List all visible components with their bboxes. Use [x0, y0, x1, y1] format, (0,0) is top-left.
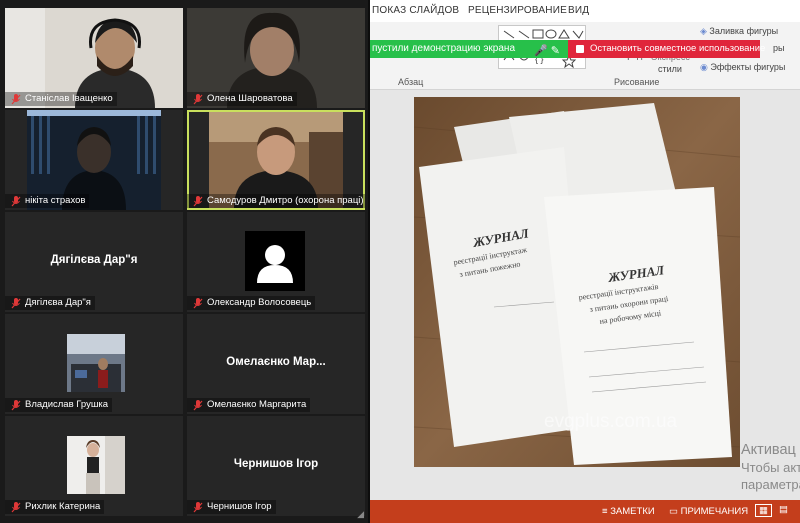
- mic-muted-icon: [193, 196, 203, 207]
- participant-name: Станіслав Іващенко: [5, 92, 117, 106]
- participant-name: Рихлик Катерина: [5, 500, 105, 514]
- participant-name: Владислав Грушка: [5, 398, 113, 412]
- shape-outline-button[interactable]: ры: [773, 43, 784, 53]
- stop-icon: [576, 45, 584, 53]
- participant-tile-active-speaker[interactable]: Самодуров Дмитро (охорона праці): [187, 110, 365, 210]
- participant-name: Самодуров Дмитро (охорона праці): [187, 194, 365, 208]
- tab-review[interactable]: РЕЦЕНЗИРОВАНИЕ: [468, 5, 567, 16]
- powerpoint-window: ПОКАЗ СЛАЙДОВ РЕЦЕНЗИРОВАНИЕ ВИД { } Упо…: [362, 0, 800, 523]
- participant-name: Омелаєнко Маргарита: [187, 398, 311, 412]
- mic-muted-icon: [193, 400, 203, 411]
- participant-name: Олена Шароватова: [187, 92, 297, 106]
- shape-effects-button[interactable]: ◉ Эффекты фигуры: [700, 62, 785, 73]
- participant-name: Чернишов Ігор: [187, 500, 276, 514]
- ribbon-tabs: ПОКАЗ СЛАЙДОВ РЕЦЕНЗИРОВАНИЕ ВИД: [362, 0, 800, 22]
- stop-share-label: Остановить совместное использование: [590, 43, 766, 54]
- windows-activation-notice: Активац Чтобы акти параметра: [741, 442, 800, 492]
- notes-button[interactable]: ≡ ЗАМЕТКИ: [602, 506, 655, 517]
- mic-muted-icon: [11, 94, 21, 105]
- participant-video: [67, 334, 125, 392]
- slide-photo: ЖУРНАЛ реєстрації інструктаж з питань по…: [414, 97, 740, 467]
- participant-tile[interactable]: Рихлик Катерина: [5, 416, 183, 516]
- mic-muted-icon: [193, 94, 203, 105]
- participant-tile[interactable]: Чернишов Ігор Чернишов Ігор: [187, 416, 365, 516]
- user-icon: [257, 245, 293, 283]
- participant-tile[interactable]: Омелаєнко Мар... Омелаєнко Маргарита: [187, 314, 365, 414]
- participant-display-name: Чернишов Ігор: [233, 458, 319, 470]
- participant-tile[interactable]: Станіслав Іващенко: [5, 8, 183, 108]
- group-drawing: Рисование: [614, 77, 660, 87]
- participant-tile[interactable]: Олена Шароватова: [187, 8, 365, 108]
- participant-tile[interactable]: Владислав Грушка: [5, 314, 183, 414]
- participant-video: [67, 436, 125, 494]
- participant-name: Олександр Волосовець: [187, 296, 316, 310]
- mic-muted-icon: [11, 502, 21, 513]
- ribbon: { } Упорядочить Экспресс- стили ◈ Заливк…: [362, 22, 800, 90]
- participant-tile[interactable]: Олександр Волосовець: [187, 212, 365, 312]
- share-status-bar: пустили демонстрацию экрана 🎤 ✎: [362, 40, 568, 58]
- share-status-text: пустили демонстрацию экрана: [372, 43, 516, 54]
- participant-display-name: Омелаєнко Мар...: [226, 356, 326, 368]
- participant-display-name: Дягілєва Дар"я: [50, 254, 138, 266]
- participant-name: нікіта страхов: [5, 194, 90, 208]
- comments-button[interactable]: ▭ ПРИМЕЧАНИЯ: [669, 506, 748, 517]
- mic-muted-icon: [11, 298, 21, 309]
- slide-area: ЖУРНАЛ реєстрації інструктаж з питань по…: [362, 90, 800, 500]
- avatar: [245, 231, 305, 291]
- mic-muted-icon: [11, 400, 21, 411]
- paint-bucket-icon: ◈: [700, 26, 710, 36]
- zoom-gallery: Станіслав Іващенко Олена Шароватова нікі…: [0, 0, 370, 523]
- status-bar: ≡ ЗАМЕТКИ ▭ ПРИМЕЧАНИЯ ▦ ▤: [362, 500, 800, 523]
- resize-grip-icon[interactable]: ◢: [357, 509, 364, 520]
- slide-sorter-icon[interactable]: ▤: [779, 504, 788, 515]
- participant-tile[interactable]: Дягілєва Дар"я Дягілєва Дар"я: [5, 212, 183, 312]
- mic-muted-icon: [193, 298, 203, 309]
- quick-styles-button[interactable]: стили: [658, 64, 682, 74]
- group-paragraph: Абзац: [398, 77, 424, 87]
- participant-name: Дягілєва Дар"я: [5, 296, 95, 310]
- watermark: evgplus.com.ua: [544, 411, 678, 432]
- mic-muted-icon: [11, 196, 21, 207]
- effects-icon: ◉: [700, 62, 711, 72]
- tab-view[interactable]: ВИД: [568, 5, 589, 16]
- screen: ПОКАЗ СЛАЙДОВ РЕЦЕНЗИРОВАНИЕ ВИД { } Упо…: [0, 0, 800, 523]
- shape-fill-button[interactable]: ◈ Заливка фигуры: [700, 26, 778, 37]
- participant-tile[interactable]: нікіта страхов: [5, 110, 183, 210]
- stop-share-button[interactable]: Остановить совместное использование: [568, 40, 765, 58]
- mic-muted-icon: [193, 502, 203, 513]
- mic-icon[interactable]: 🎤 ✎: [534, 42, 560, 58]
- normal-view-icon[interactable]: ▦: [755, 504, 772, 517]
- tab-slideshow[interactable]: ПОКАЗ СЛАЙДОВ: [372, 5, 459, 16]
